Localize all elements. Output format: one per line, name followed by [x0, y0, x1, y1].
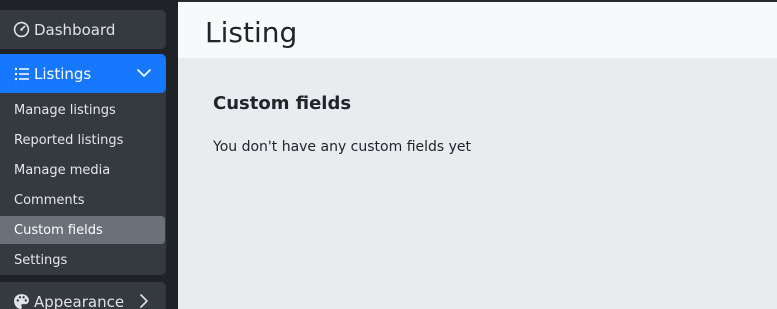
nav-appearance[interactable]: Appearance — [0, 282, 166, 309]
empty-state-message: You don't have any custom fields yet — [213, 139, 472, 155]
main-content: Listing Custom fields You don't have any… — [178, 0, 777, 309]
page-title: Listing — [205, 16, 298, 49]
sidebar-item-label: Comments — [14, 192, 85, 208]
sidebar-item-custom-fields[interactable]: Custom fields — [0, 216, 165, 244]
sidebar-item-label: Reported listings — [14, 132, 124, 148]
nav-listings-label: Listings — [34, 64, 92, 83]
palette-icon — [13, 293, 30, 309]
page-header: Listing — [178, 2, 777, 58]
sidebar: Dashboard Listings Manage listings Repor… — [0, 0, 178, 309]
nav-appearance-label: Appearance — [34, 292, 125, 309]
section-title: Custom fields — [213, 93, 352, 114]
chevron-down-icon — [136, 65, 152, 81]
sidebar-item-settings[interactable]: Settings — [0, 246, 165, 274]
sidebar-item-reported-listings[interactable]: Reported listings — [0, 126, 165, 154]
sidebar-item-manage-media[interactable]: Manage media — [0, 156, 165, 184]
sidebar-item-manage-listings[interactable]: Manage listings — [0, 96, 165, 124]
sidebar-item-label: Manage listings — [14, 102, 116, 118]
gauge-icon — [13, 21, 30, 38]
nav-dashboard[interactable]: Dashboard — [0, 10, 166, 49]
sidebar-item-comments[interactable]: Comments — [0, 186, 165, 214]
nav-listings-group: Listings Manage listings Reported listin… — [0, 54, 166, 275]
chevron-right-icon — [136, 293, 152, 309]
sidebar-item-label: Custom fields — [14, 222, 103, 238]
nav-appearance-link[interactable]: Appearance — [0, 282, 166, 309]
nav-dashboard-link[interactable]: Dashboard — [0, 10, 166, 49]
nav-listings-toggle[interactable]: Listings — [0, 54, 166, 93]
list-icon — [13, 65, 30, 82]
sidebar-item-label: Manage media — [14, 162, 111, 178]
nav-dashboard-label: Dashboard — [34, 20, 116, 39]
sidebar-item-label: Settings — [14, 252, 68, 268]
